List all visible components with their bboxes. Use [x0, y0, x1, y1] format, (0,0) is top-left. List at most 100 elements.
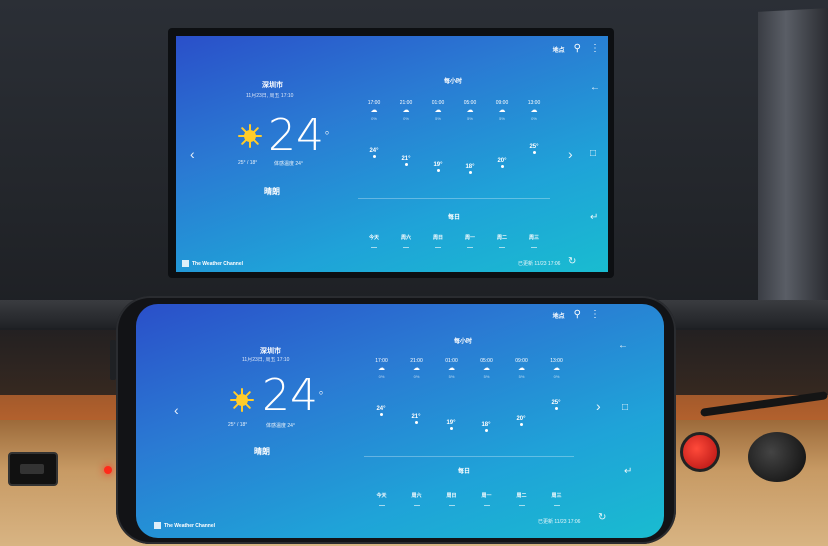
- more-vert-icon[interactable]: ⋮: [590, 310, 600, 320]
- day-item[interactable]: 周日: [434, 492, 469, 506]
- chevron-left-icon[interactable]: ‹: [174, 402, 179, 418]
- city-name: 深圳市: [262, 82, 283, 89]
- power-switch: [8, 452, 58, 486]
- feels-like: 体感温度 24°: [266, 423, 295, 429]
- daily-list: 今天 周六 周日 周一 周二 周三: [358, 234, 550, 248]
- hour-item: 05:00 ☁ 5%: [454, 100, 486, 121]
- day-item[interactable]: 周三: [518, 234, 550, 248]
- top-bar: 地点 ⚲ ⋮: [553, 310, 600, 320]
- refresh-icon[interactable]: ↻: [568, 256, 576, 267]
- hour-temp: 24°: [364, 148, 384, 158]
- day-item[interactable]: 周二: [504, 492, 539, 506]
- day-item[interactable]: 周一: [454, 234, 486, 248]
- hour-temp: 19°: [441, 420, 461, 430]
- chevron-right-icon[interactable]: ›: [596, 398, 601, 414]
- background-bezel: [758, 8, 828, 312]
- min-max-temp: 25° / 18°: [238, 160, 258, 166]
- cloud-moon-icon: ☁: [466, 107, 474, 114]
- cloud-icon: ☁: [518, 365, 525, 372]
- feels-like: 体感温度 24°: [274, 161, 303, 167]
- window-icon[interactable]: □: [622, 402, 628, 413]
- current-temperature: 24°: [268, 110, 330, 161]
- cloud-moon-icon: ☁: [434, 107, 442, 114]
- place-button[interactable]: 地点: [553, 45, 565, 54]
- window-icon[interactable]: □: [590, 148, 596, 159]
- hour-item: 09:00 ☁ 5%: [504, 358, 539, 379]
- day-item[interactable]: 今天: [364, 492, 399, 506]
- more-vert-icon[interactable]: ⋮: [590, 44, 600, 54]
- daily-list: 今天 周六 周日 周一 周二 周三: [364, 492, 574, 506]
- top-bar: 地点 ⚲ ⋮: [553, 44, 600, 54]
- brand: The Weather Channel: [182, 260, 243, 267]
- weather-channel-logo-icon: [154, 522, 161, 529]
- hour-temp: 21°: [396, 156, 416, 166]
- cloud-icon: ☁: [498, 107, 506, 114]
- min-max-temp: 25° / 18°: [228, 422, 248, 428]
- day-item[interactable]: 周一: [469, 492, 504, 506]
- cloud-moon-icon: ☁: [370, 107, 378, 114]
- hour-item: 05:00 ☁ 5%: [469, 358, 504, 379]
- condition: 晴朗: [254, 447, 270, 456]
- hour-item: 17:00 ☁ 0%: [364, 358, 399, 379]
- condition: 晴朗: [264, 187, 280, 196]
- cloud-moon-icon: ☁: [413, 365, 420, 372]
- brand: The Weather Channel: [154, 522, 215, 529]
- hour-item: 01:00 ☁ 5%: [422, 100, 454, 121]
- minimize-icon[interactable]: ↵: [590, 212, 598, 223]
- day-item[interactable]: 周三: [539, 492, 574, 506]
- monitor-screen: 地点 ⚲ ⋮ 深圳市 11月23日, 周五 17:10 24° 25° / 18…: [176, 36, 608, 272]
- sunny-icon: [230, 388, 254, 412]
- daily-title: 每日: [458, 469, 471, 475]
- day-item[interactable]: 周二: [486, 234, 518, 248]
- cloud-icon: ☁: [553, 365, 560, 372]
- red-led: [104, 466, 112, 474]
- hourly-list: 17:00 ☁ 0% 21:00 ☁ 0% 01:00 ☁ 5% 05:00 ☁ 5% 09:0…: [364, 358, 574, 379]
- cloud-moon-icon: ☁: [378, 365, 385, 372]
- cloud-moon-icon: ☁: [402, 107, 410, 114]
- hour-item: 13:00 ☁ 0%: [518, 100, 550, 121]
- refresh-icon[interactable]: ↻: [598, 512, 606, 523]
- day-item[interactable]: 周六: [390, 234, 422, 248]
- hourly-title: 每小时: [454, 339, 473, 345]
- arrow-back-icon[interactable]: ←: [590, 82, 600, 93]
- volume-button: [110, 340, 116, 380]
- hour-item: 21:00 ☁ 0%: [390, 100, 422, 121]
- hour-item: 13:00 ☁ 0%: [539, 358, 574, 379]
- hour-item: 01:00 ☁ 5%: [434, 358, 469, 379]
- search-icon[interactable]: ⚲: [574, 44, 581, 54]
- day-item[interactable]: 周六: [399, 492, 434, 506]
- day-item[interactable]: 周日: [422, 234, 454, 248]
- day-item[interactable]: 今天: [358, 234, 390, 248]
- arrow-back-icon[interactable]: ←: [618, 340, 628, 351]
- hour-temp: 25°: [524, 144, 544, 154]
- cloud-moon-icon: ☁: [448, 365, 455, 372]
- hour-temp: 19°: [428, 162, 448, 172]
- date-time: 11月23日, 周五 17:10: [246, 93, 294, 99]
- hourly-list: 17:00 ☁ 0% 21:00 ☁ 0% 01:00 ☁ 5% 05:00 ☁ 5% 09:0…: [358, 100, 550, 121]
- hour-temp: 20°: [511, 416, 531, 426]
- hour-temp: 18°: [476, 422, 496, 432]
- sunny-icon: [238, 124, 262, 148]
- search-icon[interactable]: ⚲: [574, 310, 581, 320]
- divider: [364, 456, 574, 457]
- hour-temp: 18°: [460, 164, 480, 174]
- updated-time: 已更新 11/23 17:06: [538, 519, 581, 525]
- city-name: 深圳市: [260, 348, 281, 355]
- chevron-right-icon[interactable]: ›: [568, 146, 573, 162]
- hour-temp: 24°: [371, 406, 391, 416]
- cloud-icon: ☁: [530, 107, 538, 114]
- phone-screen: 地点 ⚲ ⋮ 深圳市 11月23日, 周五 17:10 24° 25° / 18…: [136, 304, 664, 538]
- updated-time: 已更新 11/23 17:06: [518, 261, 561, 267]
- date-time: 11月23日, 周五 17:10: [242, 357, 290, 363]
- daily-title: 每日: [448, 215, 461, 221]
- minimize-icon[interactable]: ↵: [624, 466, 632, 477]
- hour-temp: 25°: [546, 400, 566, 410]
- divider: [358, 198, 550, 199]
- hour-item: 17:00 ☁ 0%: [358, 100, 390, 121]
- red-knob: [680, 432, 720, 472]
- hour-item: 09:00 ☁ 5%: [486, 100, 518, 121]
- chevron-left-icon[interactable]: ‹: [190, 146, 195, 162]
- current-temperature: 24°: [262, 370, 324, 421]
- hourly-title: 每小时: [444, 79, 463, 85]
- place-button[interactable]: 地点: [553, 311, 565, 320]
